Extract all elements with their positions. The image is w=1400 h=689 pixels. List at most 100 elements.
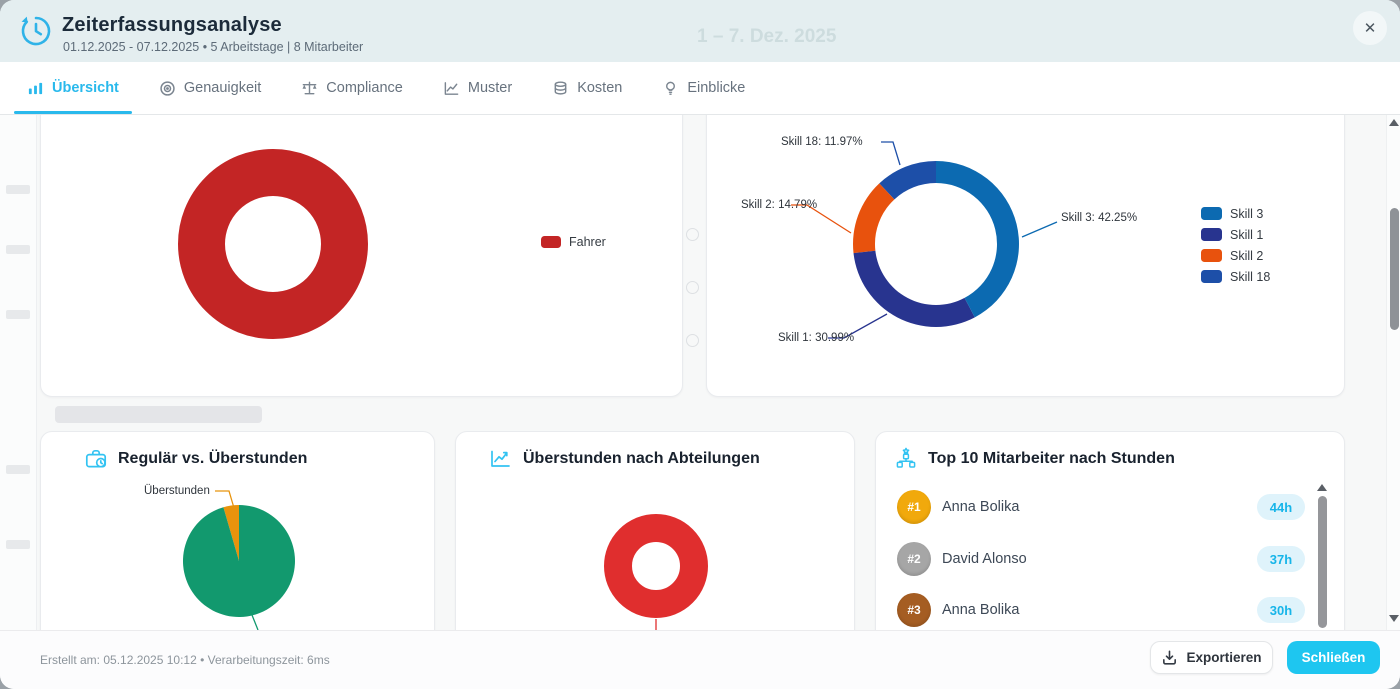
tab-label: Einblicke xyxy=(687,80,745,96)
list-item-rank1: #1 Anna Bolika 44h xyxy=(876,490,1344,524)
history-clock-icon xyxy=(18,13,54,49)
card-overtime-by-department: Überstunden nach Abteilungen xyxy=(455,431,855,630)
legend-label: Skill 18 xyxy=(1230,270,1270,284)
employee-name: Anna Bolika xyxy=(942,499,1019,515)
tab-genauigkeit[interactable]: Genauigkeit xyxy=(146,62,274,114)
employee-name: Anna Bolika xyxy=(942,602,1019,618)
ranking-podium-icon xyxy=(894,447,918,471)
legend-item-skill2[interactable]: Skill 2 xyxy=(1201,245,1270,266)
backdrop-artifact xyxy=(6,310,30,319)
legend-swatch xyxy=(541,236,561,248)
legend-label: Skill 3 xyxy=(1230,207,1263,221)
annotation-skill3: Skill 3: 42.25% xyxy=(1061,212,1137,224)
department-donut-chart[interactable] xyxy=(456,432,856,630)
modal-header: 1 – 7. Dez. 2025 Zeiterfassungsanalyse 0… xyxy=(0,0,1400,62)
modal-footer: Erstellt am: 05.12.2025 10:12 • Verarbei… xyxy=(0,630,1400,689)
leader-line-skill3 xyxy=(1022,222,1057,237)
card-employees-by-role: Fahrer xyxy=(40,115,683,397)
tab-compliance[interactable]: Compliance xyxy=(288,62,416,114)
card-regular-vs-overtime: Regulär vs. Überstunden Überstunden xyxy=(40,431,435,630)
screen: { "backdrop": { "date_text": "1 – 7. Dez… xyxy=(0,0,1400,689)
legend-label: Skill 1 xyxy=(1230,228,1263,242)
annotation-skill18: Skill 18: 11.97% xyxy=(781,136,863,148)
legend-item-skill18[interactable]: Skill 18 xyxy=(1201,266,1270,287)
chart-legend: Skill 3 Skill 1 Skill 2 Skill 18 xyxy=(1201,203,1270,287)
backdrop-artifact xyxy=(6,185,30,194)
backdrop-artifact xyxy=(686,334,699,347)
page-title: Zeiterfassungsanalyse xyxy=(62,14,282,37)
list-scrollbar-thumb[interactable] xyxy=(1318,496,1327,628)
list-item-rank2: #2 David Alonso 37h xyxy=(876,542,1344,576)
annotation-skill1: Skill 1: 30.99% xyxy=(778,332,854,344)
backdrop-artifact xyxy=(55,406,262,423)
annotation-ueberstunden: Überstunden xyxy=(144,485,210,497)
download-icon xyxy=(1161,649,1178,666)
tab-label: Kosten xyxy=(577,80,622,96)
database-icon xyxy=(552,80,569,97)
list-item-rank3: #3 Anna Bolika 30h xyxy=(876,593,1344,627)
legend-swatch xyxy=(1201,207,1222,220)
leader-line-regulaer xyxy=(252,615,258,630)
card-top10-employees: Top 10 Mitarbeiter nach Stunden #1 Anna … xyxy=(875,431,1345,630)
tab-label: Compliance xyxy=(326,80,403,96)
legend-label: Fahrer xyxy=(569,235,606,249)
legend-swatch xyxy=(1201,270,1222,283)
annotation-skill2: Skill 2: 14.79% xyxy=(741,199,817,211)
target-icon xyxy=(159,80,176,97)
legend-label: Skill 2 xyxy=(1230,249,1263,263)
tab-uebersicht[interactable]: Übersicht xyxy=(14,62,132,114)
legend-item-skill3[interactable]: Skill 3 xyxy=(1201,203,1270,224)
scroll-down-arrow[interactable] xyxy=(1389,615,1399,622)
tab-einblicke[interactable]: Einblicke xyxy=(649,62,758,114)
modal-scrollbar-thumb[interactable] xyxy=(1390,208,1399,330)
backdrop-artifact xyxy=(686,281,699,294)
hours-badge: 44h xyxy=(1257,494,1305,520)
rank-badge: #3 xyxy=(897,593,931,627)
page-subtitle: 01.12.2025 - 07.12.2025 • 5 Arbeitstage … xyxy=(63,40,363,54)
legend-item-skill1[interactable]: Skill 1 xyxy=(1201,224,1270,245)
tab-kosten[interactable]: Kosten xyxy=(539,62,635,114)
export-button-label: Exportieren xyxy=(1186,650,1261,665)
legend-item-fahrer[interactable]: Fahrer xyxy=(541,231,606,252)
tab-label: Genauigkeit xyxy=(184,80,261,96)
bar-chart-icon xyxy=(27,80,44,97)
backdrop-artifact xyxy=(686,228,699,241)
tab-label: Übersicht xyxy=(52,80,119,96)
export-button[interactable]: Exportieren xyxy=(1150,641,1273,674)
employees-donut-chart[interactable] xyxy=(41,115,684,398)
close-button-label: Schließen xyxy=(1302,650,1366,665)
hours-badge: 30h xyxy=(1257,597,1305,623)
modal-content: Fahrer Skill 18: 11.97% Skill 2: 14.79% … xyxy=(0,115,1400,630)
backdrop-artifact xyxy=(6,245,30,254)
rank-badge: #1 xyxy=(897,490,931,524)
close-icon[interactable]: ✕ xyxy=(1353,11,1387,45)
tab-muster[interactable]: Muster xyxy=(430,62,525,114)
backdrop-artifact xyxy=(6,540,30,549)
card-skills-distribution: Skill 18: 11.97% Skill 2: 14.79% Skill 3… xyxy=(706,115,1345,397)
backdrop-date-text: 1 – 7. Dez. 2025 xyxy=(697,26,836,48)
leader-line-skill18 xyxy=(881,142,900,165)
backdrop-artifact xyxy=(0,115,37,630)
analysis-modal: 1 – 7. Dez. 2025 Zeiterfassungsanalyse 0… xyxy=(0,0,1400,689)
legend-swatch xyxy=(1201,228,1222,241)
hours-badge: 37h xyxy=(1257,546,1305,572)
chart-legend: Fahrer xyxy=(541,231,606,252)
legend-swatch xyxy=(1201,249,1222,262)
scroll-up-arrow[interactable] xyxy=(1389,119,1399,126)
tab-bar: Übersicht Genauigkeit Compliance Muster xyxy=(0,62,1400,115)
scales-icon xyxy=(301,80,318,97)
backdrop-artifact xyxy=(6,465,30,474)
close-button[interactable]: Schließen xyxy=(1287,641,1380,674)
modal-scrollbar[interactable] xyxy=(1386,115,1400,630)
report-meta-text: Erstellt am: 05.12.2025 10:12 • Verarbei… xyxy=(40,653,330,667)
regular-overtime-pie-chart[interactable] xyxy=(41,432,436,630)
card-title-text: Top 10 Mitarbeiter nach Stunden xyxy=(928,450,1175,468)
lightbulb-icon xyxy=(662,80,679,97)
list-scrollbar[interactable] xyxy=(1316,484,1329,630)
scroll-up-arrow[interactable] xyxy=(1317,484,1327,491)
line-chart-icon xyxy=(443,80,460,97)
tab-label: Muster xyxy=(468,80,512,96)
rank-badge: #2 xyxy=(897,542,931,576)
employee-name: David Alonso xyxy=(942,551,1027,567)
leader-line-ueberstunden xyxy=(215,491,234,508)
